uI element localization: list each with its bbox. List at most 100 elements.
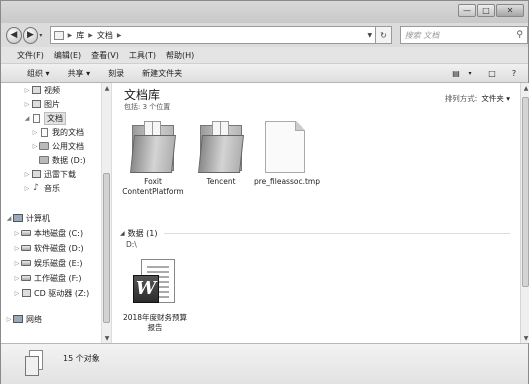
nav-item-label: 计算机 [26,213,50,223]
preview-pane-icon[interactable]: □ [486,67,498,79]
breadcrumb-library[interactable]: 库 [76,30,84,41]
nav-item-work-disk-f[interactable]: ▷ 工作磁盘 (F:) [13,271,82,285]
group-header-data[interactable]: ◢ 数据 (1) [120,228,510,239]
nav-item-entertainment-disk-e[interactable]: ▷ 娱乐磁盘 (E:) [13,256,83,270]
navigation-scrollbar[interactable]: ▲ ▼ [101,83,111,343]
content-pane[interactable]: 文档库 包括: 3 个位置 排列方式: 文件夹 ▾ Foxit ContentPl… [112,83,520,343]
maximize-button[interactable]: □ [477,4,495,17]
nav-item-computer[interactable]: ◢ 计算机 [5,211,50,225]
word-document-icon: W [131,259,179,309]
navigation-pane[interactable]: ▷ 视频 ▷ 图片 ◢ 文档 ▷ 我的文档 ▷ 公用文档 数据 (D:) ▷ 迅… [1,83,111,343]
nav-item-thunder-downloads[interactable]: ▷ 迅雷下载 [23,167,76,181]
music-icon: ♪ [33,183,39,193]
scroll-down-icon[interactable]: ▼ [102,333,112,343]
nav-item-data-d[interactable]: 数据 (D:) [31,153,86,167]
help-icon[interactable]: ? [508,67,520,79]
file-item-budget-report[interactable]: W 2018年度财务预算报告 [120,259,190,333]
expand-icon[interactable]: ▷ [13,260,21,267]
collapse-icon[interactable]: ◢ [5,215,13,222]
title-bar[interactable]: — □ ✕ [1,1,528,23]
nav-item-my-documents[interactable]: ▷ 我的文档 [31,125,84,139]
group-path: D:\ [126,240,137,249]
expand-icon[interactable]: ▷ [5,316,13,323]
expand-icon[interactable]: ▷ [13,275,21,282]
nav-item-network[interactable]: ▷ 网络 [5,312,42,326]
menu-view[interactable]: 查看(V) [91,50,119,61]
nav-item-documents[interactable]: ◢ 文档 [23,111,66,125]
expand-icon[interactable]: ▷ [13,230,21,237]
nav-item-local-disk-c[interactable]: ▷ 本地磁盘 (C:) [13,226,83,240]
view-dropdown-icon[interactable]: ▾ [464,67,476,79]
burn-button[interactable]: 刻录 [108,68,124,79]
nav-item-cd-drive-z[interactable]: ▷ CD 驱动器 (Z:) [13,286,90,300]
file-item-foxit[interactable]: Foxit ContentPlatform [122,121,184,197]
collapse-icon[interactable]: ◢ [23,115,31,122]
arrange-by-dropdown[interactable]: 文件夹 ▾ [481,94,510,103]
file-item-pre-fileassoc[interactable]: pre_fileassoc.tmp [254,121,320,187]
breadcrumb-documents[interactable]: 文档 [97,30,113,41]
address-bar[interactable]: ▶ 库 ▶ 文档 ▶ ▼ [49,26,377,44]
library-locations-link[interactable]: 包括: 3 个位置 [124,102,170,112]
scroll-up-icon[interactable]: ▲ [102,83,112,93]
nav-item-software-disk-d[interactable]: ▷ 软件磁盘 (D:) [13,241,84,255]
share-button[interactable]: 共享 ▾ [68,68,91,79]
expand-icon[interactable]: ▷ [31,143,39,150]
collapse-icon[interactable]: ◢ [120,230,125,237]
expand-icon[interactable]: ▷ [31,129,39,136]
expand-icon[interactable]: ▷ [13,245,21,252]
scroll-thumb[interactable] [103,173,110,323]
scroll-thumb[interactable] [522,97,529,287]
breadcrumb-separator-icon[interactable]: ▶ [117,32,122,39]
group-title: 数据 (1) [127,229,158,238]
file-name: pre_fileassoc.tmp [254,177,320,186]
nav-item-label: 工作磁盘 (F:) [34,273,82,283]
folder-icon [39,127,49,137]
nav-item-label: 我的文档 [52,127,84,137]
video-icon [31,86,41,95]
address-dropdown-icon[interactable]: ▼ [368,32,373,39]
folder-icon [198,121,244,173]
nav-item-label: 音乐 [44,183,60,193]
document-icon [31,113,41,123]
nav-item-pictures[interactable]: ▷ 图片 [23,97,60,111]
library-title: 文档库 [124,88,161,102]
nav-item-public-documents[interactable]: ▷ 公用文档 [31,139,84,153]
expand-icon[interactable]: ▷ [23,171,31,178]
file-name: 2018年度财务预算报告 [122,313,188,332]
breadcrumb-separator-icon[interactable]: ▶ [88,32,93,39]
menu-tools[interactable]: 工具(T) [129,50,156,61]
forward-button[interactable]: ▶ [22,26,39,44]
command-bar: 组织 ▾ 共享 ▾ 刻录 新建文件夹 ▤ ▾ □ ? [1,63,528,83]
close-button[interactable]: ✕ [496,4,524,17]
expand-icon[interactable]: ▷ [23,185,31,192]
new-folder-button[interactable]: 新建文件夹 [142,68,182,79]
organize-button[interactable]: 组织 ▾ [27,68,50,79]
expand-icon[interactable]: ▷ [23,101,31,108]
computer-icon [13,214,23,223]
content-scrollbar[interactable]: ▲ ▼ [520,83,529,343]
file-item-tencent[interactable]: Tencent [190,121,252,187]
expand-icon[interactable]: ▷ [23,87,31,94]
back-button[interactable]: ◀ [6,26,22,44]
nav-item-videos[interactable]: ▷ 视频 [23,83,60,97]
refresh-button[interactable]: ↻ [376,26,392,44]
scroll-up-icon[interactable]: ▲ [521,83,529,93]
breadcrumb-separator-icon[interactable]: ▶ [68,32,73,39]
scroll-down-icon[interactable]: ▼ [521,333,529,343]
menu-edit[interactable]: 编辑(E) [54,50,81,61]
expand-icon[interactable]: ▷ [13,290,21,297]
search-icon[interactable]: ⚲ [516,30,523,40]
details-pane: 15 个对象 [1,343,528,384]
nav-item-label: 图片 [44,99,60,109]
library-icon [53,30,64,40]
arrange-by: 排列方式: 文件夹 ▾ [445,93,510,104]
recent-pages-dropdown[interactable]: ▾ [39,32,46,39]
change-view-icon[interactable]: ▤ [450,67,462,79]
minimize-button[interactable]: — [458,4,476,17]
menu-file[interactable]: 文件(F) [17,50,44,61]
nav-item-music[interactable]: ▷ ♪ 音乐 [23,181,60,195]
close-icon: ✕ [506,6,514,15]
menu-help[interactable]: 帮助(H) [166,50,194,61]
group-divider [163,233,510,234]
search-input[interactable]: 搜索 文档 ⚲ [399,26,529,44]
